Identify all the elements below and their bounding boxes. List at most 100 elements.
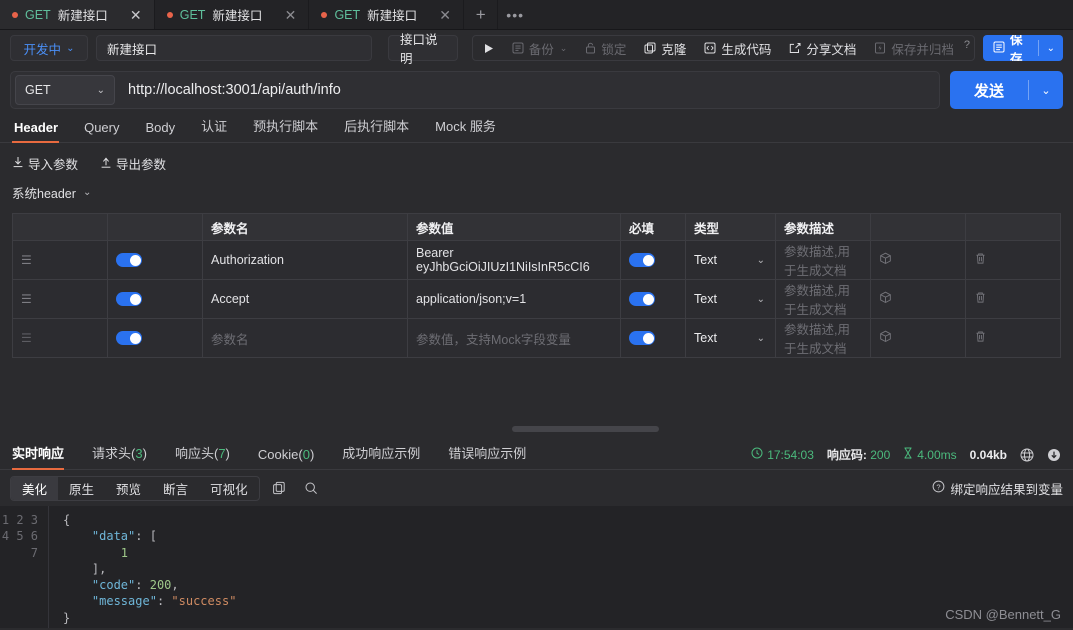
help-icon[interactable]: ? [964,39,970,51]
chevron-down-icon: ⌄ [97,85,105,96]
http-method-select[interactable]: GET ⌄ [15,75,115,105]
download-icon[interactable] [1047,448,1061,462]
close-icon[interactable]: ✕ [283,8,297,22]
response-tab-live[interactable]: 实时响应 [12,443,78,469]
tab-body[interactable]: Body [132,120,188,142]
share-doc-button[interactable]: 分享文档 [780,36,865,60]
response-code-value: 200 [870,448,890,462]
http-method-value: GET [25,83,51,97]
run-button[interactable] [475,36,503,60]
view-visualize[interactable]: 可视化 [199,477,259,500]
clone-button[interactable]: 克隆 [635,36,695,60]
api-status-select[interactable]: 开发中 ⌄ [10,35,88,61]
response-tab-cookie[interactable]: Cookie(0) [244,447,328,469]
type-select[interactable]: Text ⌄ [694,249,767,271]
lock-button[interactable]: 锁定 [576,36,635,60]
scrollbar-thumb[interactable] [512,426,659,432]
row-drag-handle[interactable]: ☰ [13,280,108,319]
row-desc-input[interactable]: 参数描述,用于生成文档 [776,319,871,358]
response-splitter[interactable] [0,432,1073,440]
export-params-button[interactable]: 导出参数 [100,154,166,173]
save-button-label-wrap: 保存 [983,35,1038,61]
tab-title: 新建接口 [367,5,417,24]
api-description-label: 接口说明 [400,29,446,67]
row-mock-button[interactable] [871,280,966,319]
row-drag-handle[interactable]: ☰ [13,241,108,280]
type-select[interactable]: Text ⌄ [694,327,767,349]
row-mock-button[interactable] [871,241,966,280]
search-response-button[interactable] [298,476,324,500]
row-name-input[interactable]: Authorization [203,241,408,280]
params-horizontal-scrollbar[interactable] [12,424,1061,432]
bind-response-to-variable-button[interactable]: ? 绑定响应结果到变量 [932,479,1063,498]
row-desc-input[interactable]: 参数描述,用于生成文档 [776,280,871,319]
save-dropdown-caret-icon[interactable]: ⌄ [1039,43,1063,54]
view-beautify[interactable]: 美化 [11,477,58,500]
save-button[interactable]: 保存 ⌄ [983,35,1063,61]
request-tab-2[interactable]: GET 新建接口 ✕ [309,0,464,29]
row-delete-button[interactable] [966,319,1061,358]
row-value-input[interactable]: Bearer eyJhbGciOiJIUzI1NiIsInR5cCI6 [408,241,621,280]
system-header-toggle[interactable]: 系统header ⌄ [0,173,103,202]
view-preview[interactable]: 预览 [105,477,152,500]
tab-overflow-menu-button[interactable]: ••• [498,0,532,29]
globe-icon[interactable] [1020,448,1034,462]
enable-toggle[interactable] [116,331,142,345]
send-dropdown-caret-icon[interactable]: ⌄ [1029,84,1063,97]
tab-auth[interactable]: 认证 [188,116,240,142]
tab-post-script[interactable]: 后执行脚本 [331,116,422,142]
save-and-archive-button[interactable]: 保存并归档 [865,36,963,60]
url-input[interactable]: http://localhost:3001/api/auth/info [115,82,939,98]
row-drag-handle[interactable]: ☰ [13,319,108,358]
new-tab-button[interactable]: + [464,0,498,29]
row-mock-button[interactable] [871,319,966,358]
response-tab-error-example[interactable]: 错误响应示例 [434,443,540,469]
tab-query[interactable]: Query [71,120,132,142]
response-tab-request-headers[interactable]: 请求头(3) [78,443,161,469]
api-description-button[interactable]: 接口说明 [388,35,458,61]
close-icon[interactable]: ✕ [129,8,143,22]
system-header-label: 系统header [12,183,76,202]
response-tab-success-example[interactable]: 成功响应示例 [328,443,434,469]
import-params-button[interactable]: 导入参数 [12,154,78,173]
tab-pre-script[interactable]: 预执行脚本 [240,116,331,142]
type-select[interactable]: Text ⌄ [694,288,767,310]
tab-mock-service[interactable]: Mock 服务 [422,116,509,142]
close-icon[interactable]: ✕ [438,8,452,22]
backup-button[interactable]: 备份 ⌄ [503,36,577,60]
row-delete-button[interactable] [966,280,1061,319]
row-name-input[interactable]: Accept [203,280,408,319]
enable-toggle[interactable] [116,292,142,306]
response-body-viewer[interactable]: 1 2 3 4 5 6 7 { "data": [ 1 ], "code": 2… [0,506,1073,628]
row-value-input[interactable]: application/json;v=1 [408,280,621,319]
view-assert[interactable]: 断言 [152,477,199,500]
request-tab-1[interactable]: GET 新建接口 ✕ [155,0,310,29]
enable-toggle[interactable] [116,253,142,267]
required-toggle[interactable] [629,253,655,267]
table-header-row: 参数名 参数值 必填 类型 参数描述 [13,214,1061,241]
send-button[interactable]: 发送 ⌄ [950,71,1063,109]
export-params-label: 导出参数 [116,154,166,173]
row-delete-button[interactable] [966,241,1061,280]
chevron-down-icon: ⌄ [560,43,568,54]
request-tab-0[interactable]: GET 新建接口 ✕ [0,0,155,29]
required-toggle[interactable] [629,292,655,306]
row-desc-placeholder: 参数描述,用于生成文档 [784,284,850,317]
response-tab-response-headers[interactable]: 响应头(7) [161,443,244,469]
response-view-segmented: 美化 原生 预览 断言 可视化 [10,476,260,501]
param-tabs: Header Query Body 认证 预执行脚本 后执行脚本 Mock 服务 [0,114,1073,143]
response-body-code[interactable]: { "data": [ 1 ], "code": 200, "message":… [48,506,1073,628]
chevron-down-icon: ⌄ [66,43,74,54]
response-tab-count: 3 [135,446,142,461]
row-name-input[interactable]: 参数名 [203,319,408,358]
unsaved-dot-icon [12,12,18,18]
view-raw[interactable]: 原生 [58,477,105,500]
row-desc-input[interactable]: 参数描述,用于生成文档 [776,241,871,280]
drag-handle-icon: ☰ [21,292,32,306]
required-toggle[interactable] [629,331,655,345]
tab-header[interactable]: Header [12,120,71,142]
generate-code-button[interactable]: 生成代码 [695,36,780,60]
row-value-input[interactable]: 参数值，支持Mock字段变量 [408,319,621,358]
api-name-input[interactable]: 新建接口 [96,35,372,61]
copy-response-button[interactable] [266,476,292,500]
